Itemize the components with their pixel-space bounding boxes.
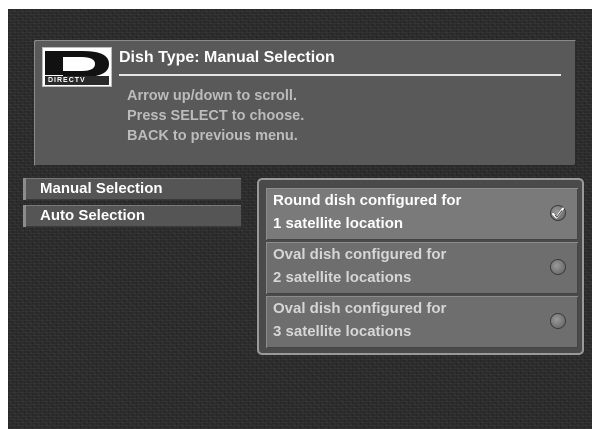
option-round-dish-1-satellite[interactable]: Round dish configured for 1 satellite lo…	[266, 188, 578, 240]
option-oval-dish-3-satellites[interactable]: Oval dish configured for 3 satellite loc…	[266, 296, 578, 348]
radio-empty-icon	[550, 313, 566, 329]
radio-empty-icon	[550, 259, 566, 275]
dish-options-panel: Round dish configured for 1 satellite lo…	[257, 178, 584, 355]
option-oval-dish-2-satellites[interactable]: Oval dish configured for 2 satellite loc…	[266, 242, 578, 294]
title-divider	[119, 74, 561, 76]
logo-label: DIRECTV	[45, 76, 109, 85]
option-label: Oval dish configured for	[273, 300, 447, 317]
instruction-line: BACK to previous menu.	[127, 128, 298, 144]
directv-logo-icon: DIRECTV	[42, 47, 112, 87]
check-mark-icon	[550, 205, 566, 221]
menu-item-auto-selection[interactable]: Auto Selection	[23, 205, 241, 227]
page-title: Dish Type: Manual Selection	[119, 49, 335, 66]
menu-item-manual-selection[interactable]: Manual Selection	[23, 178, 241, 200]
option-label: Oval dish configured for	[273, 246, 447, 263]
option-label: 2 satellite locations	[273, 269, 412, 286]
instruction-line: Press SELECT to choose.	[127, 108, 305, 124]
option-label: 3 satellite locations	[273, 323, 412, 340]
tv-screen: DIRECTV Dish Type: Manual Selection Arro…	[8, 9, 592, 429]
header-panel: DIRECTV Dish Type: Manual Selection Arro…	[34, 40, 576, 166]
instruction-line: Arrow up/down to scroll.	[127, 88, 297, 104]
option-label: 1 satellite location	[273, 215, 404, 232]
option-label: Round dish configured for	[273, 192, 462, 209]
